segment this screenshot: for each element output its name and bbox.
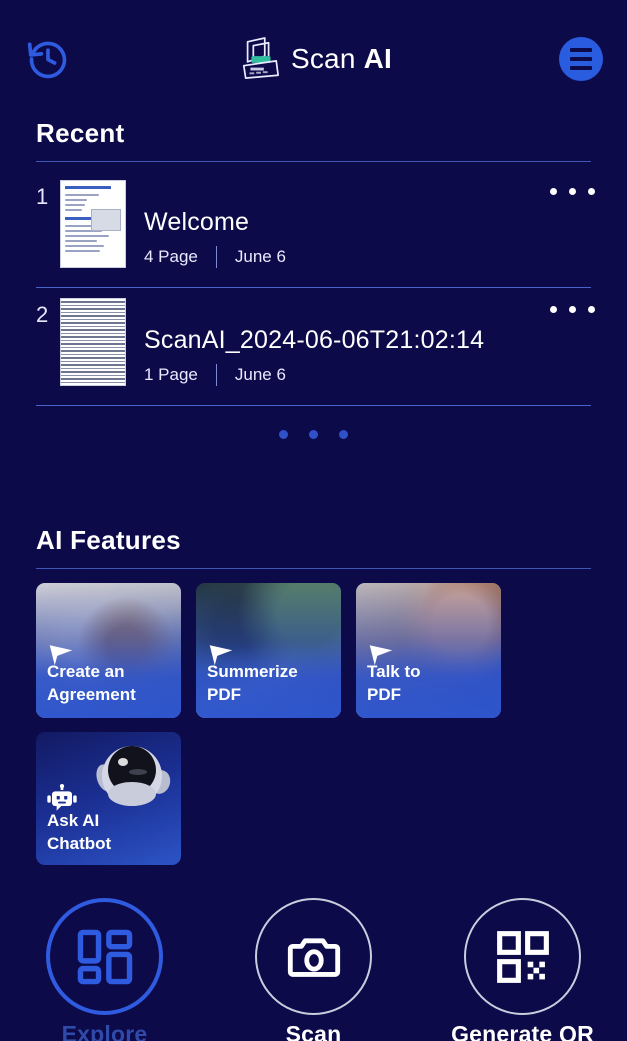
recent-item-pages: 1 Page bbox=[144, 365, 198, 384]
app-title-plain: Scan bbox=[290, 43, 364, 74]
nav-label-generate-qr: Generate QR bbox=[451, 1021, 594, 1041]
divider bbox=[36, 161, 591, 162]
recent-item-meta: 1 Page June 6 bbox=[144, 364, 591, 386]
menu-line bbox=[569, 66, 592, 70]
feature-card-ask-ai-chatbot[interactable]: Ask AI Chatbot bbox=[36, 732, 181, 865]
more-options-icon[interactable] bbox=[550, 306, 595, 313]
nav-circle bbox=[255, 898, 372, 1015]
bottom-navigation: Explore Scan Generate QR bbox=[0, 886, 627, 1041]
features-title: AI Features bbox=[36, 525, 181, 555]
feature-label-line2: PDF bbox=[367, 684, 401, 704]
recent-list: 1 Welcome 4 Page June 6 2 ScanAI_2024-06… bbox=[0, 170, 627, 439]
divider bbox=[36, 568, 591, 569]
feature-label-line1: Talk to bbox=[367, 662, 421, 682]
qr-code-icon bbox=[496, 930, 549, 983]
recent-item-meta: 4 Page June 6 bbox=[144, 246, 591, 268]
document-thumbnail bbox=[60, 180, 126, 268]
more-options-icon[interactable] bbox=[550, 188, 595, 195]
chatbot-label-line2: Chatbot bbox=[47, 833, 112, 853]
features-section-header: AI Features bbox=[0, 525, 627, 569]
recent-section-header: Recent bbox=[0, 118, 627, 162]
feature-cards: Create an Agreement Summerize PDF Talk t… bbox=[0, 569, 627, 718]
hamburger-menu-icon[interactable] bbox=[558, 37, 603, 81]
feature-card-label: Talk to PDF bbox=[367, 661, 493, 706]
feature-label-line1: Create an bbox=[47, 662, 125, 682]
feature-label-line1: Summerize bbox=[207, 662, 298, 682]
dot bbox=[550, 188, 557, 195]
recent-item-name: ScanAI_2024-06-06T21:02:14 bbox=[144, 325, 485, 354]
dot bbox=[550, 306, 557, 313]
nav-circle bbox=[46, 898, 163, 1015]
meta-divider bbox=[215, 364, 217, 386]
feature-card-label: Summerize PDF bbox=[207, 661, 333, 706]
nav-item-scan[interactable]: Scan bbox=[239, 898, 389, 1041]
app-title-bold: AI bbox=[363, 43, 392, 74]
feature-card-talk-to-pdf[interactable]: Talk to PDF bbox=[356, 583, 501, 718]
nav-item-generate-qr[interactable]: Generate QR bbox=[448, 898, 598, 1041]
feature-card-summerize-pdf[interactable]: Summerize PDF bbox=[196, 583, 341, 718]
recent-title: Recent bbox=[36, 118, 125, 148]
page-dot[interactable] bbox=[339, 430, 348, 439]
camera-icon bbox=[287, 937, 340, 977]
menu-line bbox=[569, 48, 592, 52]
menu-line bbox=[569, 57, 592, 61]
meta-divider bbox=[215, 246, 217, 268]
nav-label-explore: Explore bbox=[61, 1021, 148, 1041]
chatbot-label: Ask AI Chatbot bbox=[47, 810, 111, 855]
dot bbox=[569, 306, 576, 313]
nav-label-scan: Scan bbox=[285, 1021, 342, 1041]
scanner-icon bbox=[242, 37, 279, 79]
page-dot[interactable] bbox=[309, 430, 318, 439]
chatbot-row: Ask AI Chatbot bbox=[0, 718, 627, 865]
recent-item-info: Welcome 4 Page June 6 bbox=[126, 180, 591, 268]
app-title: Scan AI bbox=[291, 43, 392, 75]
history-icon[interactable] bbox=[24, 35, 72, 83]
app-header: Scan AI bbox=[0, 0, 627, 118]
divider bbox=[36, 405, 591, 406]
page-indicator[interactable] bbox=[0, 430, 627, 439]
page-dot[interactable] bbox=[279, 430, 288, 439]
feature-card-create-agreement[interactable]: Create an Agreement bbox=[36, 583, 181, 718]
dot bbox=[569, 188, 576, 195]
recent-item-date: June 6 bbox=[234, 365, 286, 384]
recent-item-name: Welcome bbox=[144, 207, 250, 236]
feature-card-label: Create an Agreement bbox=[47, 661, 173, 706]
recent-item-pages: 4 Page bbox=[144, 247, 198, 266]
chatbot-label-line1: Ask AI bbox=[47, 811, 100, 831]
dot bbox=[588, 188, 595, 195]
dashboard-grid-icon bbox=[77, 929, 132, 984]
nav-item-explore[interactable]: Explore bbox=[30, 898, 180, 1041]
recent-item-info: ScanAI_2024-06-06T21:02:14 1 Page June 6 bbox=[126, 298, 591, 386]
nav-circle bbox=[464, 898, 581, 1015]
brand: Scan AI bbox=[239, 36, 392, 82]
history-rewind-icon bbox=[27, 41, 67, 79]
recent-item-date: June 6 bbox=[234, 247, 286, 266]
feature-label-line2: Agreement bbox=[47, 684, 136, 704]
recent-item-2[interactable]: 2 ScanAI_2024-06-06T21:02:14 1 Page June… bbox=[0, 288, 627, 395]
scanned-text-thumbnail bbox=[60, 298, 126, 386]
recent-item-index: 2 bbox=[36, 302, 49, 327]
recent-item-index: 1 bbox=[36, 184, 49, 209]
recent-item-1[interactable]: 1 Welcome 4 Page June 6 bbox=[0, 170, 627, 277]
feature-label-line2: PDF bbox=[207, 684, 241, 704]
robot-3d-image bbox=[96, 746, 171, 806]
dot bbox=[588, 306, 595, 313]
